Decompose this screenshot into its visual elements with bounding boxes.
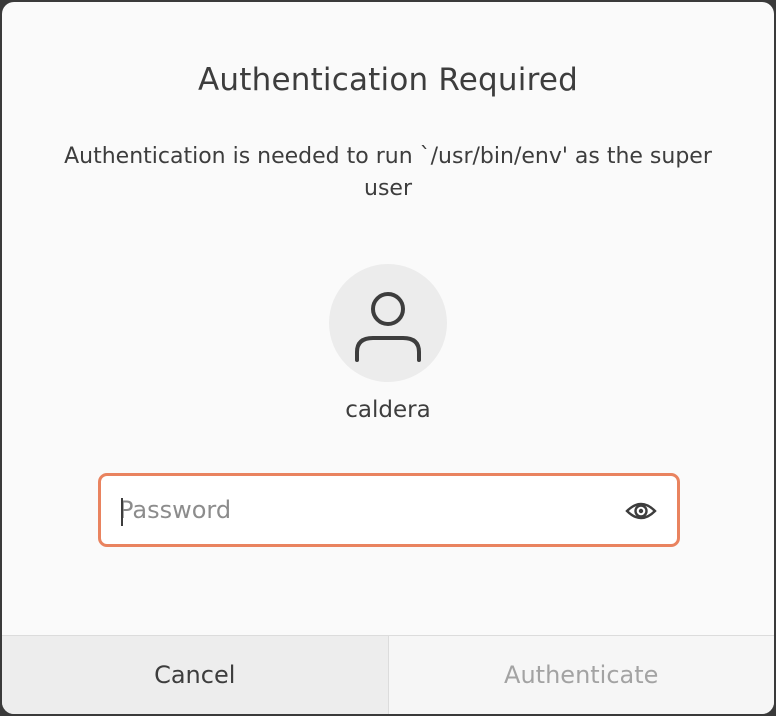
user-avatar (329, 264, 447, 382)
password-input[interactable] (119, 489, 599, 531)
authenticate-button[interactable]: Authenticate (388, 636, 774, 714)
eye-icon[interactable] (625, 498, 657, 524)
authentication-dialog: Authentication Required Authentication i… (2, 2, 774, 714)
dialog-title: Authentication Required (198, 62, 578, 98)
dialog-message: Authentication is needed to run `/usr/bi… (64, 144, 712, 201)
cancel-button[interactable]: Cancel (2, 636, 389, 714)
text-caret (121, 498, 123, 526)
person-icon (355, 292, 421, 362)
dialog-button-bar: Cancel Authenticate (2, 635, 774, 714)
username-label: caldera (345, 397, 431, 423)
password-field[interactable] (98, 473, 680, 547)
